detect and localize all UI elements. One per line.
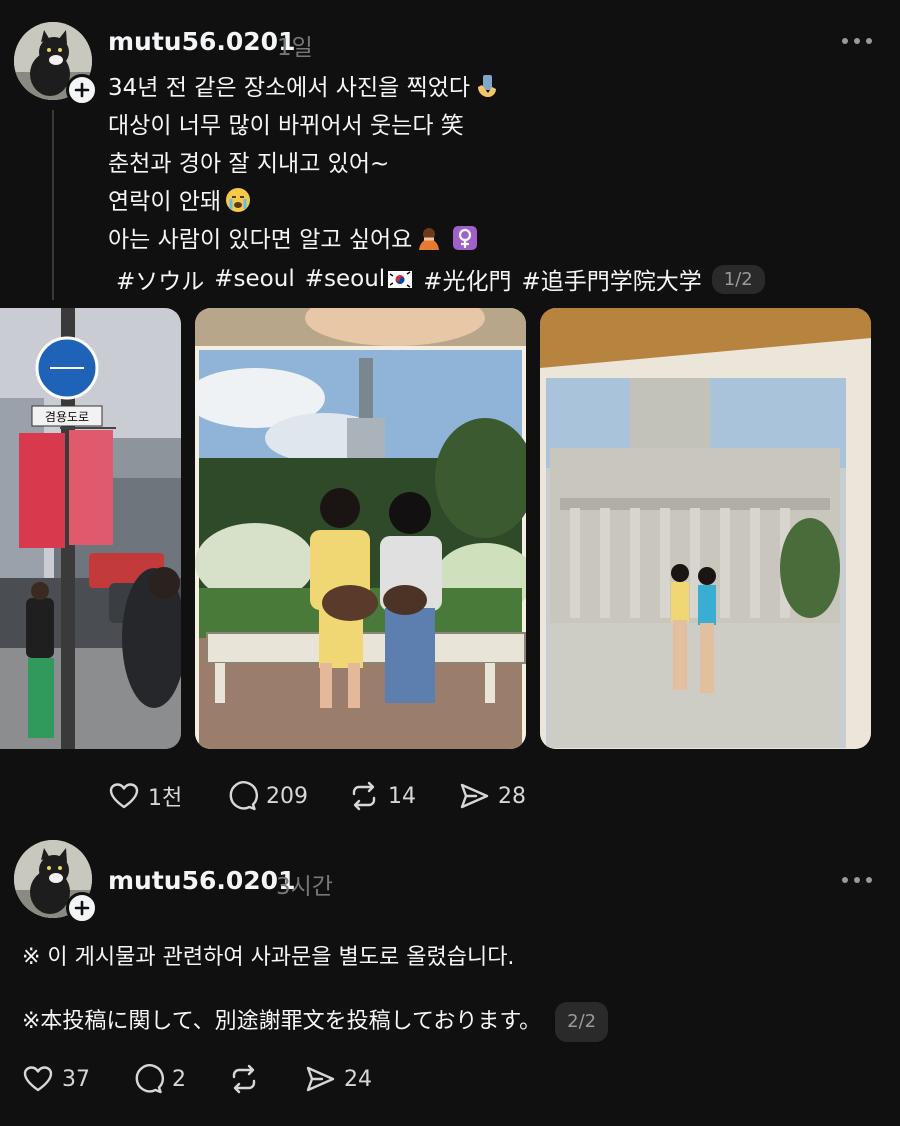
repost-button[interactable]: 14 (348, 780, 458, 812)
street-photo-image: 겸용도로 (0, 308, 181, 749)
more-dots-icon (842, 38, 848, 44)
heart-icon (23, 1066, 53, 1092)
body-line-text: 연락이 안돼 (108, 189, 222, 215)
selfie-hand-emoji-icon (478, 75, 497, 97)
hashtag-link[interactable]: #seoul (305, 266, 413, 292)
road-sign-text: 겸용도로 (45, 410, 89, 424)
follow-button[interactable] (66, 892, 98, 924)
body-line-text: ※本投稿に関して、別途謝罪文を投稿しております。 (22, 1009, 542, 1034)
more-dots-icon (842, 877, 848, 883)
paper-plane-icon (306, 1066, 335, 1092)
like-button[interactable]: 37 (22, 1063, 132, 1095)
share-count: 28 (498, 783, 526, 809)
plus-icon (74, 82, 90, 98)
page-indicator: 2/2 (555, 1002, 609, 1042)
comment-count: 2 (172, 1066, 186, 1092)
speech-bubble-icon (229, 781, 258, 811)
thread-line (52, 110, 54, 300)
repost-arrows-icon (232, 1064, 256, 1094)
bowing-person-emoji-icon (419, 228, 440, 250)
post-actions: 1천 209 14 28 (108, 780, 526, 812)
body-line-text: ※ 이 게시물과 관련하여 사과문을 별도로 올렸습니다. (22, 945, 515, 970)
username[interactable]: mutu56.0201 (108, 866, 295, 895)
post-body-line-2: ※本投稿に関して、別途謝罪文を投稿しております。 2/2 (22, 1002, 609, 1042)
comment-button[interactable]: 209 (226, 780, 348, 812)
like-count: 1천 (148, 786, 183, 811)
hashtag-link[interactable]: #追手門学院大学 (521, 262, 701, 296)
thread-post-1: mutu56.0201 1일 34년 전 같은 장소에서 사진을 찍었다 대상이… (0, 0, 900, 830)
comment-count: 209 (266, 783, 308, 809)
body-line: 춘천과 경아 잘 지내고 있어~ (108, 151, 390, 177)
thread-post-2: mutu56.0201 3시간 ※ 이 게시물과 관련하여 사과문을 별도로 올… (0, 830, 900, 1126)
more-options-button[interactable] (840, 874, 874, 886)
comment-button[interactable]: 2 (132, 1063, 228, 1095)
body-line: 아는 사람이 있다면 알고 싶어요 (108, 221, 500, 259)
share-button[interactable]: 28 (458, 780, 526, 812)
hashtag-text: #seoul (304, 266, 386, 292)
body-line-text: 34년 전 같은 장소에서 사진을 찍었다 (108, 75, 471, 101)
like-button[interactable]: 1천 (108, 780, 226, 812)
page-indicator: 1/2 (711, 264, 765, 294)
hashtag-link[interactable]: #seoul (214, 266, 294, 292)
repost-count: 14 (388, 783, 416, 809)
body-line-text: 아는 사람이 있다면 알고 싶어요 (108, 227, 413, 253)
hashtag-link[interactable]: #光化門 (423, 262, 511, 296)
hashtag-row: #ソウル #seoul #seoul #光化門 #追手門学院大学 1/2 (116, 262, 765, 296)
body-line: 대상이 너무 많이 바뀌어서 웃는다 笑 (108, 113, 464, 139)
post-photo-street[interactable]: 겸용도로 (0, 308, 181, 749)
vintage-bench-photo-image (195, 308, 526, 749)
heart-icon (109, 783, 139, 809)
post-body: 34년 전 같은 장소에서 사진을 찍었다 대상이 너무 많이 바뀌어서 웃는다… (108, 69, 500, 259)
repost-button[interactable] (228, 1063, 304, 1095)
post-photo-vintage-bench[interactable] (195, 308, 526, 749)
share-count: 24 (344, 1066, 372, 1092)
korea-flag-emoji-icon (388, 271, 413, 288)
post-body-line-1: ※ 이 게시물과 관련하여 사과문을 별도로 올렸습니다. (22, 942, 514, 974)
body-line: 연락이 안돼 (108, 183, 500, 221)
post-actions: 37 2 24 (22, 1063, 372, 1095)
post-photo-vintage-building[interactable] (540, 308, 871, 749)
body-line: 34년 전 같은 장소에서 사진을 찍었다 (108, 69, 500, 107)
more-options-button[interactable] (840, 35, 874, 47)
speech-bubble-icon (135, 1064, 164, 1094)
follow-button[interactable] (66, 74, 98, 106)
hashtag-link[interactable]: #ソウル (116, 262, 204, 296)
plus-icon (74, 900, 90, 916)
post-time[interactable]: 1일 (277, 28, 313, 62)
crying-face-emoji-icon (226, 188, 251, 212)
vintage-building-photo-image (540, 308, 871, 749)
post-time[interactable]: 3시간 (276, 867, 333, 901)
female-sign-emoji-icon (453, 226, 478, 250)
paper-plane-icon (460, 783, 489, 809)
repost-arrows-icon (352, 781, 376, 811)
username[interactable]: mutu56.0201 (108, 27, 295, 56)
like-count: 37 (62, 1066, 90, 1092)
share-button[interactable]: 24 (304, 1063, 372, 1095)
